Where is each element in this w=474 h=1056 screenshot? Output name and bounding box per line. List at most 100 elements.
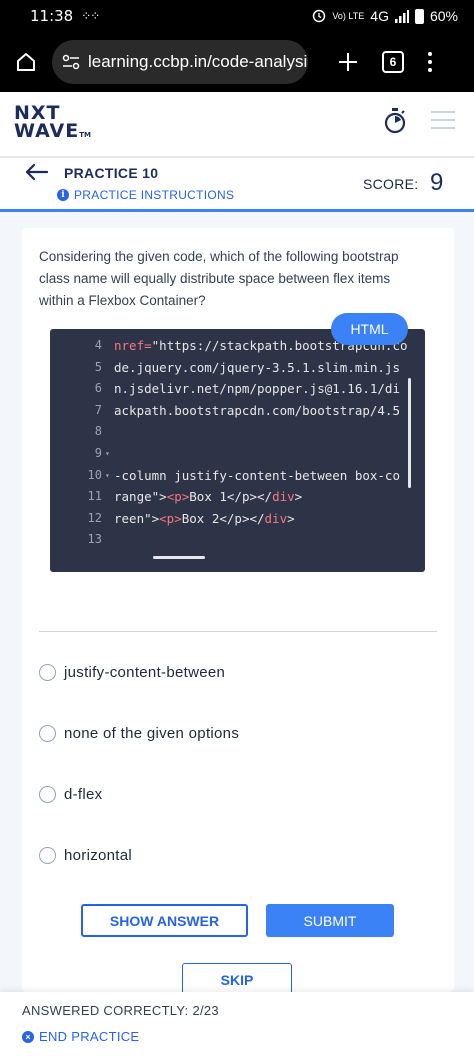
browser-toolbar: learning.ccbp.in/code-analysis 6 [0, 32, 474, 92]
stopwatch-icon[interactable] [383, 108, 407, 139]
logo-tm: TM [79, 131, 91, 139]
volte-label: Vo) LTE [332, 10, 365, 21]
radio-button[interactable] [39, 846, 56, 864]
nxtwave-logo[interactable]: NXT WAVETM [14, 104, 91, 144]
new-tab-button[interactable] [326, 40, 370, 84]
code-token: div [264, 510, 288, 526]
plus-icon [339, 53, 357, 71]
battery-icon [414, 8, 424, 24]
practice-instructions-label: PRACTICE INSTRUCTIONS [74, 188, 235, 202]
code-line: 12 reen"><p>Box 2</p></div> [50, 508, 425, 529]
code-text: n.jsdelivr.net/npm/popper.js@1.16.1/di [114, 378, 400, 399]
option-4[interactable]: horizontal [39, 843, 132, 867]
url-text: learning.ccbp.in/code-analysis [88, 52, 308, 71]
home-icon [17, 53, 35, 71]
code-block[interactable]: 4 nref="https://stackpath.bootstrapcdn.co… [50, 329, 425, 572]
home-button[interactable] [0, 32, 52, 92]
code-token: > [287, 510, 295, 526]
practice-header: PRACTICE 10 i PRACTICE INSTRUCTIONS SCOR… [0, 158, 474, 210]
code-token: Box 1 [189, 489, 227, 505]
line-number: 5 [94, 359, 102, 374]
option-1[interactable]: justify-content-between [39, 660, 225, 684]
code-token: de.jquery.com/jquery-3.5.1.slim.min.js [114, 359, 400, 375]
option-label: horizontal [64, 846, 133, 864]
signal-icon [394, 9, 409, 23]
code-line: 9 ▾ [50, 443, 425, 464]
network-label: 4G [370, 8, 389, 24]
code-token: </p></ [226, 489, 273, 505]
code-token: nref= [114, 338, 152, 353]
code-line: 7 ackpath.bootstrapcdn.com/bootstrap/4.5 [50, 400, 425, 421]
line-number: 12 [87, 510, 102, 525]
back-arrow-icon[interactable] [25, 163, 49, 185]
question-text: Considering the given code, which of the… [39, 249, 399, 308]
show-answer-button[interactable]: SHOW ANSWER [81, 904, 248, 937]
score-label: SCORE: [363, 176, 419, 192]
code-token: -column justify-content-between box-co [114, 467, 400, 483]
alarm-icon [313, 9, 326, 23]
option-2[interactable]: none of the given options [39, 721, 239, 745]
line-number: 9 [94, 446, 102, 460]
status-time: 11:38 [30, 7, 74, 25]
address-bar[interactable]: learning.ccbp.in/code-analysis [52, 40, 308, 84]
hamburger-menu-icon[interactable] [431, 111, 455, 129]
code-text: reen"><p>Box 2</p></div> [114, 508, 295, 529]
line-number: 8 [94, 424, 102, 439]
code-token: > [294, 489, 303, 505]
end-practice-label: END PRACTICE [39, 1029, 140, 1044]
radio-button[interactable] [39, 663, 56, 681]
status-right: Vo) LTE 4G 60% [312, 8, 458, 24]
app-notification-icon: ⁘⁘ [81, 9, 100, 23]
option-label: none of the given options [64, 724, 240, 742]
practice-instructions-link[interactable]: i PRACTICE INSTRUCTIONS [57, 188, 234, 202]
line-number: 7 [94, 402, 102, 417]
line-number: 11 [87, 489, 102, 504]
code-vertical-scrollbar[interactable] [408, 378, 411, 488]
option-3[interactable]: d-flex [39, 782, 102, 806]
option-label: justify-content-between [64, 663, 226, 681]
code-token: div [272, 489, 295, 505]
info-icon: i [57, 189, 69, 201]
site-settings-icon[interactable] [62, 54, 80, 70]
tab-switcher-button[interactable]: 6 [382, 51, 404, 73]
code-line: 5 de.jquery.com/jquery-3.5.1.slim.min.js [50, 357, 425, 378]
code-horizontal-scrollbar[interactable] [153, 556, 205, 559]
code-token: ackpath.bootstrapcdn.com/bootstrap/4.5 [114, 402, 400, 418]
line-number: 10 [87, 467, 102, 482]
language-badge: HTML [331, 313, 408, 345]
code-text: range"><p>Box 1</p></div> [114, 486, 302, 507]
app-header: NXT WAVETM [0, 92, 474, 156]
submit-button[interactable]: SUBMIT [266, 904, 394, 937]
code-line: 6 n.jsdelivr.net/npm/popper.js@1.16.1/di [50, 378, 425, 399]
code-text: -column justify-content-between box-co [114, 465, 400, 486]
line-number: 6 [94, 381, 102, 396]
code-line: 11 range"><p>Box 1</p></div> [50, 486, 425, 507]
options-divider [39, 631, 437, 632]
code-token: range"> [114, 489, 167, 505]
score-value: 9 [430, 169, 444, 196]
code-token: <p> [159, 510, 182, 526]
code-token: reen"> [114, 510, 160, 526]
practice-title: PRACTICE 10 [64, 165, 159, 181]
radio-button[interactable] [39, 724, 56, 742]
code-line: 13 [50, 529, 425, 550]
code-text: ackpath.bootstrapcdn.com/bootstrap/4.5 [114, 400, 400, 421]
code-line: 8 [50, 421, 425, 442]
browser-menu-icon[interactable] [428, 52, 432, 72]
status-bar: 11:38 ⁘⁘ Vo) LTE 4G 60% [0, 0, 474, 32]
fold-arrow-icon[interactable]: ▾ [105, 465, 110, 486]
code-line: 10 ▾ -column justify-content-between box-c… [50, 465, 425, 486]
practice-footer: ANSWERED CORRECTLY: 2/23 × END PRACTICE [0, 992, 474, 1056]
end-practice-link[interactable]: × END PRACTICE [22, 1029, 139, 1044]
code-token: <p> [166, 489, 190, 505]
code-text: de.jquery.com/jquery-3.5.1.slim.min.js [114, 357, 400, 378]
line-number: 13 [87, 532, 102, 547]
code-token: n.jsdelivr.net/npm/popper.js@1.16.1/di [114, 381, 400, 397]
option-label: d-flex [64, 785, 103, 803]
code-token: </p></ [219, 510, 265, 526]
radio-button[interactable] [39, 785, 56, 803]
code-token: Box 2 [181, 510, 220, 526]
fold-arrow-icon[interactable]: ▾ [105, 443, 110, 464]
logo-line2: WAVE [14, 120, 80, 142]
line-number: 4 [94, 338, 102, 352]
